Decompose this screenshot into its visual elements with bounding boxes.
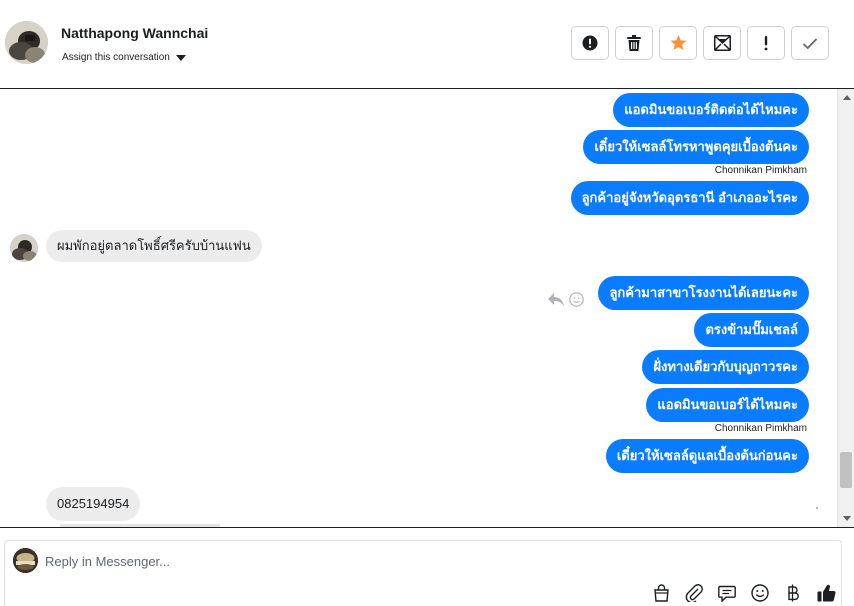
reply-icon[interactable] — [547, 292, 565, 312]
outgoing-message[interactable]: ตรงข้ามปั๊มเชลล์ — [694, 313, 809, 347]
conversation-header: Natthapong Wannchai Assign this conversa… — [0, 0, 854, 88]
outgoing-message[interactable]: แอดมินขอเบอร์ได้ไหมคะ — [646, 388, 809, 422]
emoji-icon[interactable] — [750, 583, 770, 603]
read-indicator — [816, 507, 818, 509]
saved-reply-icon[interactable] — [717, 583, 737, 603]
mark-spam-button[interactable] — [571, 26, 609, 60]
outgoing-message[interactable]: เดี๋ยวให้เซลล์โทรหาพูดคุยเบื้องต้นคะ — [583, 130, 809, 164]
conversation-toolbar — [571, 26, 829, 60]
trash-icon — [627, 35, 641, 51]
sender-name: Chonnikan Pimkham — [714, 423, 807, 434]
react-emoji-icon[interactable] — [569, 292, 584, 312]
shopping-bag-icon[interactable] — [651, 583, 671, 603]
reply-composer — [4, 540, 842, 606]
incoming-message[interactable]: 0825194954 — [46, 487, 141, 521]
flag-important-button[interactable] — [747, 26, 785, 60]
message-thread[interactable]: แอดมินขอเบอร์ติดต่อได้ไหมคะ เดี๋ยวให้เซล… — [0, 88, 854, 528]
exclamation-icon — [764, 36, 768, 51]
paperclip-icon[interactable] — [684, 583, 704, 603]
scroll-up-arrow-icon[interactable] — [843, 95, 851, 100]
contact-avatar-small — [10, 234, 38, 262]
star-icon — [670, 35, 686, 51]
mark-unread-button[interactable] — [703, 26, 741, 60]
page-avatar — [13, 548, 38, 573]
assign-conversation-dropdown[interactable]: Assign this conversation — [62, 52, 186, 63]
outgoing-message[interactable]: ลูกค้ามาสาขาโรงงานได้เลยนะคะ — [598, 276, 809, 310]
mark-done-button[interactable] — [791, 26, 829, 60]
thread-scrollbar[interactable] — [837, 89, 854, 527]
envelope-icon — [713, 35, 731, 51]
alert-circle-icon — [582, 35, 598, 51]
contact-avatar[interactable] — [5, 21, 48, 64]
check-icon — [802, 37, 818, 49]
thumbs-up-icon[interactable] — [816, 583, 836, 603]
outgoing-message[interactable]: ลูกค้าอยู่จังหวัดอุดรธานี อำเภออะไรคะ — [570, 181, 809, 215]
outgoing-message[interactable]: เดี๋ยวให้เซลล์ดูแลเบื้องต้นก่อนคะ — [605, 439, 809, 473]
caret-down-icon — [175, 54, 186, 61]
delete-button[interactable] — [615, 26, 653, 60]
baht-icon[interactable] — [783, 583, 803, 603]
outgoing-message[interactable]: ฝั่งทางเดียวกับบุญถาวรคะ — [642, 350, 809, 384]
scrollbar-thumb[interactable] — [840, 452, 852, 488]
star-button[interactable] — [659, 26, 697, 60]
messenger-inbox: Natthapong Wannchai Assign this conversa… — [0, 0, 854, 606]
outgoing-message[interactable]: แอดมินขอเบอร์ติดต่อได้ไหมคะ — [613, 93, 809, 127]
assign-label: Assign this conversation — [62, 52, 170, 63]
reply-input[interactable] — [45, 549, 605, 573]
scroll-down-arrow-icon[interactable] — [843, 516, 851, 521]
contact-name[interactable]: Natthapong Wannchai — [61, 25, 208, 41]
composer-actions — [651, 583, 836, 603]
sender-name: Chonnikan Pimkham — [714, 165, 807, 176]
message-divider — [60, 524, 220, 527]
incoming-message[interactable]: ผมพักอยู่ตลาดโพธิ์ศรีครับบ้านแฟน — [46, 230, 262, 262]
